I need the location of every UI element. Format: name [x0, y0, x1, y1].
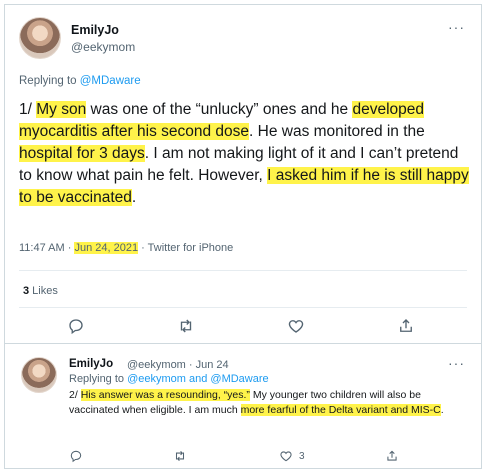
- highlighted-text: hospital for 3 days: [19, 145, 145, 162]
- reply-icon[interactable]: [67, 317, 85, 335]
- highlighted-text: My son: [36, 101, 87, 118]
- tweet-time[interactable]: 11:47 AM: [19, 242, 65, 254]
- tweet-text-segment: 2/: [69, 389, 81, 401]
- screenshot-frame: EmilyJo @eekymom ··· Replying to @MDawar…: [4, 4, 482, 469]
- replying-prefix: Replying to: [19, 75, 80, 87]
- highlighted-text: more fearful of the Delta variant and MI…: [240, 404, 441, 416]
- replying-to: Replying to @MDaware: [19, 75, 141, 87]
- meta-separator: ·: [138, 242, 148, 254]
- tweet-text: 1/ My son was one of the “unlucky” ones …: [19, 99, 469, 209]
- share-icon[interactable]: [397, 317, 415, 335]
- reply-icon[interactable]: [69, 449, 83, 463]
- author-name[interactable]: EmilyJo: [69, 358, 113, 370]
- main-tweet: EmilyJo @eekymom ··· Replying to @MDawar…: [5, 5, 481, 345]
- retweet-icon[interactable]: [177, 317, 195, 335]
- avatar[interactable]: [21, 357, 57, 393]
- retweet-icon[interactable]: [173, 449, 187, 463]
- like-icon[interactable]: 3: [279, 449, 305, 463]
- highlighted-text: His answer was a resounding, “yes.”: [80, 389, 250, 401]
- tweet-text-segment: 1/: [19, 101, 37, 118]
- share-icon[interactable]: [385, 449, 399, 463]
- tweet-text-segment: . He was monitored in the: [249, 123, 425, 140]
- replying-to-link[interactable]: @eekymom and @MDaware: [127, 373, 269, 385]
- tweet-separator: [5, 343, 481, 344]
- tweet-date[interactable]: Jun 24, 2021: [74, 242, 139, 254]
- like-count: 3: [299, 450, 305, 462]
- divider: [19, 270, 467, 271]
- tweet-text-segment: was one of the “unlucky” ones and he: [86, 101, 353, 118]
- replying-to-link[interactable]: @MDaware: [80, 75, 141, 87]
- tweet-text-segment: .: [131, 189, 137, 206]
- tweet-source[interactable]: Twitter for iPhone: [148, 242, 234, 254]
- author-handle[interactable]: @eekymom: [71, 40, 135, 54]
- author-handle-and-date[interactable]: @eekymom · Jun 24: [127, 359, 229, 371]
- more-options-icon[interactable]: ···: [448, 355, 465, 371]
- replying-prefix: Replying to: [69, 373, 128, 385]
- divider: [19, 307, 467, 308]
- likes-count[interactable]: 3 Likes: [23, 285, 58, 297]
- author-name[interactable]: EmilyJo: [71, 23, 119, 37]
- tweet-text-segment: .: [440, 404, 444, 416]
- tweet-text: 2/ His answer was a resounding, “yes.” M…: [69, 388, 469, 418]
- tweet-metadata: 11:47 AM · Jun 24, 2021 · Twitter for iP…: [19, 242, 233, 254]
- replying-to: Replying to @eekymom and @MDaware: [69, 373, 269, 385]
- likes-label: Likes: [29, 285, 58, 297]
- avatar[interactable]: [19, 17, 61, 59]
- tweet-actions: [5, 317, 481, 339]
- meta-separator: ·: [64, 242, 75, 254]
- tweet-actions: 3: [5, 449, 481, 467]
- more-options-icon[interactable]: ···: [448, 19, 465, 35]
- like-icon[interactable]: [287, 317, 305, 335]
